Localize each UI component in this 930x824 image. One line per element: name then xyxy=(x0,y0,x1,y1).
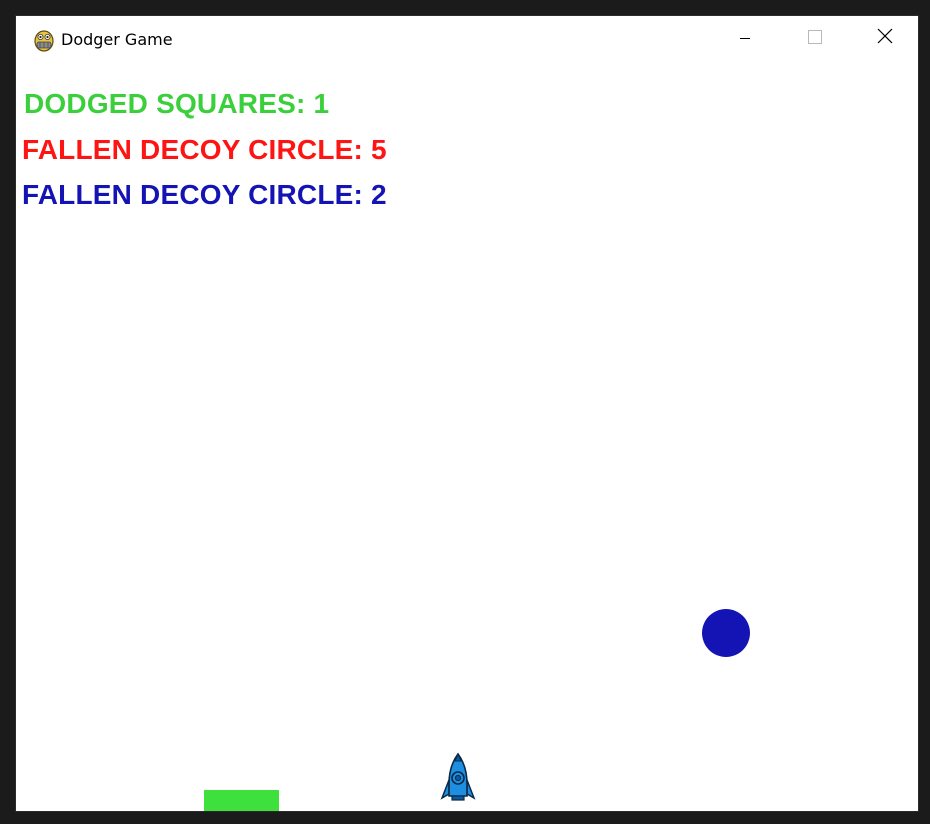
pygame-snake-icon xyxy=(33,28,55,52)
fallen-blue-circles-counter: FALLEN DECOY CIRCLE: 2 xyxy=(22,179,387,210)
maximize-button[interactable] xyxy=(780,16,850,60)
close-button[interactable] xyxy=(850,16,918,60)
game-window: Dodger Game DODGED SQUARES: 1 FALLEN DEC… xyxy=(15,15,919,812)
dodged-squares-counter: DODGED SQUARES: 1 xyxy=(24,88,330,119)
window-title: Dodger Game xyxy=(61,30,173,49)
blue-decoy-circle xyxy=(702,609,750,657)
close-icon xyxy=(877,28,893,48)
player-rocket[interactable] xyxy=(440,752,476,802)
minimize-button[interactable] xyxy=(710,16,780,60)
rocket-ship-icon xyxy=(440,752,476,806)
game-canvas[interactable]: DODGED SQUARES: 1 FALLEN DECOY CIRCLE: 5… xyxy=(16,64,918,811)
title-bar[interactable]: Dodger Game xyxy=(16,16,918,64)
maximize-icon xyxy=(808,29,822,48)
minimize-icon xyxy=(739,29,751,48)
fallen-red-circles-counter: FALLEN DECOY CIRCLE: 5 xyxy=(22,134,387,165)
green-square xyxy=(204,790,279,811)
